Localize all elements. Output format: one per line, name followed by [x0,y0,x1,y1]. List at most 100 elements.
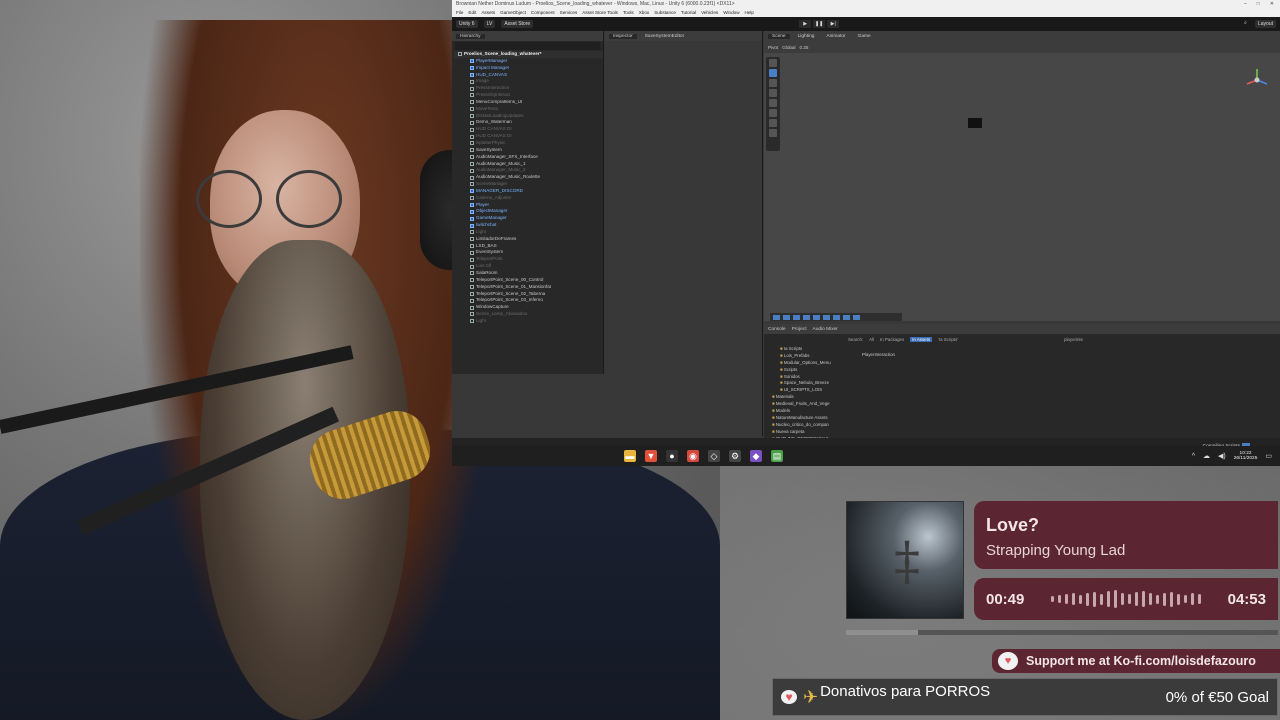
menu-item-edit[interactable]: Edit [468,10,476,15]
visual-studio-icon[interactable]: ◆ [750,450,762,462]
project-folder[interactable]: Materials [770,394,858,401]
project-folder[interactable]: Space_Nebula_Breeze [770,380,858,387]
tab-save-system-editor[interactable]: SaveSystemEditor [641,34,688,39]
global-toggle[interactable]: Global [782,45,795,50]
menu-item-window[interactable]: Window [723,10,739,15]
hierarchy-item[interactable]: HUD CANVAS DI [454,126,603,133]
hierarchy-item[interactable]: ObjectManager [454,208,603,215]
brave-icon[interactable]: ▼ [645,450,657,462]
hierarchy-item[interactable]: Player [454,202,603,209]
hierarchy-item[interactable]: GameManager [454,215,603,222]
hierarchy-item[interactable]: Scene_Lamp_Abaixadoo [454,311,603,318]
menu-item-vehicles[interactable]: Vehicles [701,10,718,15]
snap-value[interactable]: 0.25 [800,45,809,50]
notifications-icon[interactable]: ▭ [1265,452,1272,460]
tab-animator[interactable]: Animator [822,34,849,39]
scope-in-packages[interactable]: In Packages [880,337,904,342]
close-icon[interactable]: ✕ [1270,1,1274,7]
notepad-icon[interactable]: ▤ [771,450,783,462]
tab-console[interactable]: Console [768,327,786,332]
hierarchy-item[interactable]: PressInteraction [454,85,603,92]
settings-icon[interactable]: ⚙ [729,450,741,462]
custom-tool-icon[interactable] [769,119,777,127]
hierarchy-item[interactable]: LimitadorDeFrames [454,236,603,243]
menu-item-gameobject[interactable]: GameObject [500,10,526,15]
scale-tool-icon[interactable] [769,89,777,97]
hand-tool-icon[interactable] [769,59,777,67]
menu-item-xbox[interactable]: Xbox [639,10,649,15]
hierarchy-item[interactable]: Light [454,229,603,236]
hierarchy-item[interactable]: Luis Cll [454,263,603,270]
hierarchy-item[interactable]: MANAGER_DISCORD [454,188,603,195]
hierarchy-item[interactable]: EventSystem [454,249,603,256]
hierarchy-item[interactable]: TeleportPoint_Scene_01_Mansionfat [454,284,603,291]
tab-game[interactable]: Game [854,34,875,39]
move-tool-icon[interactable] [769,69,777,77]
search-result-item[interactable]: PlayerInteraction [862,352,895,357]
project-folder[interactable]: Sonidos [770,374,858,381]
network-icon[interactable]: ☁ [1203,452,1210,460]
hierarchy-item[interactable]: HUD CANVAS DI [454,133,603,140]
project-folder[interactable]: Ia Scripts [770,346,858,353]
chrome-icon[interactable]: ◉ [687,450,699,462]
project-folder[interactable]: Modular_Options_Menu [770,360,858,367]
hierarchy-item[interactable]: Light [454,318,603,325]
menu-item-file[interactable]: File [456,10,463,15]
hierarchy-item[interactable]: AudioManager_Music_2 [454,167,603,174]
menu-item-tools[interactable]: Tools [623,10,634,15]
minimize-icon[interactable]: – [1244,1,1247,7]
play-icon[interactable]: ▶ [799,20,812,28]
layout-dropdown[interactable]: Layout [1254,20,1276,28]
hierarchy-item[interactable]: Demo_Waterman [454,119,603,126]
scope-all[interactable]: All [869,337,874,342]
hierarchy-item[interactable]: WindowCapture [454,304,603,311]
menu-item-services[interactable]: Services [560,10,578,15]
project-folder[interactable]: Nueva carpeta [770,429,858,436]
project-folder[interactable]: Lois_Prefabs [770,353,858,360]
asset-store-button[interactable]: Asset Store [501,20,534,28]
step-icon[interactable]: ▶| [827,20,840,28]
project-folder[interactable]: Scripts [770,367,858,374]
hierarchy-item[interactable]: TeleportPoint_Scene_00_Control [454,277,603,284]
folder-icon[interactable]: ▬ [624,450,636,462]
transform-tool-icon[interactable] [769,109,777,117]
hierarchy-item[interactable]: Cadena_Adjuster [454,195,603,202]
hierarchy-item[interactable]: LSD_BAS [454,243,603,250]
tab-hierarchy[interactable]: Hierarchy [456,33,485,39]
menu-item-asset-store-tools[interactable]: Asset Store Tools [582,10,618,15]
tab-lighting[interactable]: Lighting [794,34,819,39]
hierarchy-item[interactable]: MoveTexto [454,106,603,113]
menu-item-help[interactable]: Help [745,10,754,15]
project-folder[interactable]: Medieval_Fruits_And_Vege [770,401,858,408]
unity-icon[interactable]: ◇ [708,450,720,462]
hierarchy-item[interactable]: SaveSystem [454,147,603,154]
hierarchy-item[interactable]: HUD_CANVAS [454,72,603,79]
project-folder[interactable]: Nucleo_critico_do_compan [770,422,858,429]
menu-item-component[interactable]: Component [531,10,555,15]
project-folder[interactable]: UI_SCRIPTS_LOIS [770,387,858,394]
hierarchy-item[interactable]: DisNarLoadingUpdates [454,113,603,120]
project-folder[interactable]: NatureManufacture Assets [770,415,858,422]
hierarchy-item[interactable]: Image [454,78,603,85]
volume-icon[interactable]: ◀) [1218,452,1226,460]
chevron-up-icon[interactable]: ^ [1192,453,1195,460]
hierarchy-search-input[interactable] [455,42,600,50]
clock[interactable]: 10:22 26/11/2025 [1234,451,1258,462]
scene-game-object[interactable] [968,118,982,128]
scene-view[interactable]: Scene Lighting Animator Game Pivot Globa… [764,31,1280,321]
scope-folder[interactable]: 'Ia Scripts' [938,337,958,342]
lock-button[interactable]: LV [483,20,496,28]
kofi-banner[interactable]: ♥ Support me at Ko-fi.com/loisdefazouro [992,649,1280,673]
search-icon[interactable]: ⌕ [1244,20,1247,28]
hierarchy-item[interactable]: twitchchat [454,222,603,229]
account-button[interactable]: Unity 6 [456,20,478,28]
pause-icon[interactable]: ❚❚ [813,20,826,28]
rotate-tool-icon[interactable] [769,79,777,87]
project-folder[interactable]: Models [770,408,858,415]
hierarchy-item[interactable]: TeleportPoint_Scene_02_Taberna [454,291,603,298]
maximize-icon[interactable]: □ [1257,1,1260,7]
view-tool-icon[interactable] [769,129,777,137]
project-search-input[interactable]: playerinte [1064,337,1083,342]
hierarchy-item[interactable]: MenuCompraItems_UI [454,99,603,106]
obs-icon[interactable]: ● [666,450,678,462]
